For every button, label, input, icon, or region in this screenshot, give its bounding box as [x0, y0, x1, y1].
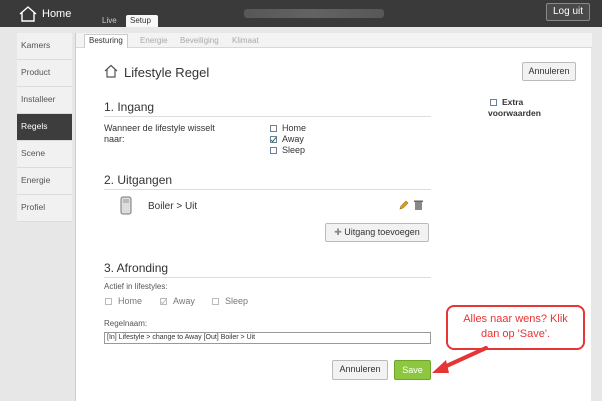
trigger-sleep-checkbox[interactable]: [270, 147, 277, 154]
home-logo[interactable]: Home: [18, 5, 71, 23]
sidebar-item-profiel[interactable]: Profiel: [17, 195, 72, 222]
rule-name-input[interactable]: [In] Lifestyle > change to Away [Out] Bo…: [104, 332, 431, 344]
trigger-prompt-2: naar:: [104, 134, 125, 144]
sidebar-item-energie[interactable]: Energie: [17, 168, 72, 195]
top-bar: Home Live Setup Log uit: [0, 0, 602, 27]
plus-icon: ✚: [334, 227, 345, 237]
callout-line-1: Alles naar wens? Klik: [463, 313, 568, 325]
page-title-text: Lifestyle Regel: [124, 65, 210, 80]
subtab-besturing[interactable]: Besturing: [84, 34, 128, 48]
app-name: Home: [42, 8, 72, 20]
subtab-beveiliging[interactable]: Beveiliging: [180, 35, 219, 48]
trigger-home-label: Home: [282, 123, 307, 133]
sidebar: Kamers Product Installeer Regels Scene E…: [17, 33, 72, 222]
trigger-away-label: Away: [282, 134, 304, 144]
subtab-energie[interactable]: Energie: [140, 35, 168, 48]
divider: [104, 116, 431, 117]
tab-setup[interactable]: Setup: [126, 15, 158, 27]
lifestyle-sleep-checkbox[interactable]: [212, 298, 219, 305]
tab-live[interactable]: Live: [98, 15, 121, 27]
sidebar-item-kamers[interactable]: Kamers: [17, 33, 72, 60]
cancel-bottom-button[interactable]: Annuleren: [332, 360, 388, 380]
callout-annotation: Alles naar wens? Klik dan op 'Save'.: [446, 305, 585, 350]
save-button[interactable]: Save: [394, 360, 431, 380]
blurred-user-info: [244, 9, 384, 18]
section-afronding-heading: 3. Afronding: [104, 261, 169, 275]
extra-conditions-checkbox[interactable]: [490, 99, 497, 106]
section-ingang-heading: 1. Ingang: [104, 100, 155, 114]
section-uitgangen-heading: 2. Uitgangen: [104, 173, 173, 187]
output-label: Boiler > Uit: [148, 201, 198, 212]
extra-conditions-label-2: voorwaarden: [488, 108, 541, 118]
divider: [104, 277, 431, 278]
trigger-home-checkbox[interactable]: [270, 125, 277, 132]
house-icon: [104, 64, 118, 81]
extra-conditions-label: Extra: [502, 97, 524, 107]
add-output-label: Uitgang toevoegen: [344, 227, 420, 237]
pencil-icon[interactable]: [399, 200, 409, 213]
trash-icon[interactable]: [414, 200, 423, 213]
callout-arrow-icon: [432, 346, 488, 373]
home-logo-icon: [18, 6, 38, 22]
logout-button[interactable]: Log uit: [546, 3, 591, 21]
add-output-button[interactable]: ✚ Uitgang toevoegen: [325, 223, 429, 242]
trigger-prompt: Wanneer de lifestyle wisselt: [104, 123, 215, 133]
callout-line-2: dan op 'Save'.: [480, 328, 551, 340]
page-title: Lifestyle Regel: [104, 64, 209, 81]
active-in-label: Actief in lifestyles:: [104, 282, 168, 291]
trigger-away-checkbox[interactable]: [270, 136, 277, 143]
sidebar-item-scene[interactable]: Scene: [17, 141, 72, 168]
lifestyle-home-checkbox[interactable]: [105, 298, 112, 305]
boiler-icon: [119, 196, 133, 219]
lifestyle-away-checkbox[interactable]: [160, 298, 167, 305]
cancel-top-button[interactable]: Annuleren: [522, 62, 576, 81]
sidebar-item-product[interactable]: Product: [17, 60, 72, 87]
sidebar-item-regels[interactable]: Regels: [17, 114, 72, 141]
sidebar-item-installeer[interactable]: Installeer: [17, 87, 72, 114]
trigger-sleep-label: Sleep: [282, 145, 306, 155]
lifestyle-away-label: Away: [173, 296, 195, 306]
subtab-bar: Besturing Energie Beveiliging Klimaat: [76, 33, 592, 48]
divider: [104, 189, 431, 190]
rule-name-label: Regelnaam:: [104, 319, 148, 328]
subtab-klimaat[interactable]: Klimaat: [232, 35, 259, 48]
lifestyle-sleep-label: Sleep: [225, 296, 249, 306]
lifestyle-home-label: Home: [118, 296, 143, 306]
